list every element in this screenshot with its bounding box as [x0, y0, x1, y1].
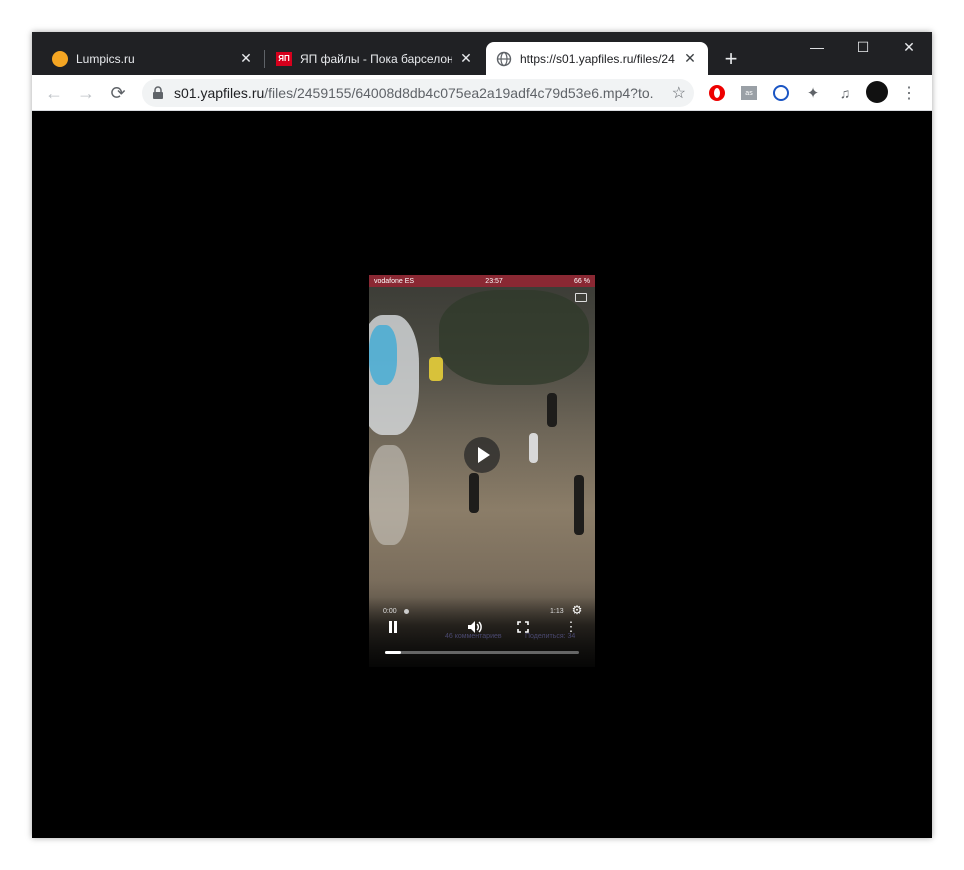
progress-fill	[385, 651, 401, 654]
settings-gear-icon[interactable]: ⚙	[569, 602, 585, 618]
video-player[interactable]: vodafone ES 23:57 66 % 0:00 1:13 ⚙ 46 ко…	[369, 275, 595, 667]
video-frame-person-yellow	[429, 357, 443, 381]
url-text: s01.yapfiles.ru/files/2459155/64008d8db4…	[174, 85, 654, 101]
address-bar[interactable]: s01.yapfiles.ru/files/2459155/64008d8db4…	[142, 79, 694, 107]
video-frame-trees	[439, 290, 589, 385]
new-tab-button[interactable]: +	[718, 46, 744, 72]
tab-active-video[interactable]: https://s01.yapfiles.ru/files/24 ✕	[486, 42, 708, 75]
minimize-button[interactable]: —	[794, 32, 840, 62]
video-frame-person	[529, 433, 538, 463]
close-icon[interactable]: ✕	[682, 50, 698, 67]
tab-divider	[264, 50, 265, 68]
vpn-globe-extension-icon[interactable]	[772, 84, 790, 102]
play-button[interactable]	[464, 437, 500, 473]
video-frame-person	[574, 475, 584, 535]
media-control-icon[interactable]: ♫	[836, 84, 854, 102]
video-frame-sign	[369, 325, 397, 385]
reload-button[interactable]: ⟳	[104, 79, 132, 107]
video-frame-wall	[369, 445, 409, 545]
pause-icon	[389, 621, 397, 633]
video-frame-person	[469, 473, 479, 513]
current-time: 0:00	[383, 608, 397, 615]
play-icon	[477, 447, 490, 463]
video-frame-person	[547, 393, 557, 427]
orange-circle-icon	[52, 50, 68, 67]
globe-icon	[496, 51, 512, 66]
browser-window: Lumpics.ru ✕ ЯП ЯП файлы - Пока барселон…	[32, 32, 932, 838]
close-icon[interactable]: ✕	[238, 50, 254, 67]
window-close-button[interactable]: ✕	[886, 32, 932, 62]
progress-bar[interactable]	[385, 651, 579, 654]
url-path: /files/2459155/64008d8db4c075ea2a19adf4c…	[264, 85, 654, 101]
browser-toolbar: ← → ⟳ s01.yapfiles.ru/files/2459155/6400…	[32, 75, 932, 111]
tab-strip: Lumpics.ru ✕ ЯП ЯП файлы - Пока барселон…	[32, 32, 932, 75]
more-options-button[interactable]: ⋮	[563, 619, 579, 635]
cast-icon[interactable]	[575, 293, 587, 302]
status-battery: 66 %	[574, 277, 590, 285]
volume-button[interactable]	[467, 619, 483, 635]
tab-yapfiles[interactable]: ЯП ЯП файлы - Пока барселонц ✕	[266, 42, 484, 75]
opera-extension-icon[interactable]	[708, 84, 726, 102]
url-host: s01.yapfiles.ru	[174, 85, 265, 101]
tab-label: Lumpics.ru	[76, 51, 135, 66]
back-button[interactable]: ←	[40, 79, 68, 107]
volume-icon	[468, 621, 482, 633]
tab-lumpics[interactable]: Lumpics.ru ✕	[42, 42, 264, 75]
profile-avatar[interactable]	[866, 81, 888, 103]
extensions-puzzle-icon[interactable]: ✦	[804, 84, 822, 102]
fullscreen-icon	[517, 621, 529, 633]
fullscreen-button[interactable]	[515, 619, 531, 635]
forward-button[interactable]: →	[72, 79, 100, 107]
yap-logo-icon: ЯП	[276, 51, 292, 66]
pause-button[interactable]	[385, 619, 401, 635]
seek-handle[interactable]	[404, 609, 409, 614]
page-content: vodafone ES 23:57 66 % 0:00 1:13 ⚙ 46 ко…	[32, 112, 932, 838]
bookmark-star-icon[interactable]: ☆	[672, 83, 686, 103]
tab-label: https://s01.yapfiles.ru/files/24	[520, 51, 675, 66]
menu-kebab-icon[interactable]: ⋮	[900, 84, 918, 102]
duration: 1:13	[550, 608, 564, 615]
status-time: 23:57	[485, 277, 503, 285]
maximize-button[interactable]: ☐	[840, 32, 886, 62]
tab-label: ЯП файлы - Пока барселонц	[300, 51, 452, 66]
close-icon[interactable]: ✕	[458, 50, 474, 67]
phone-status-bar: vodafone ES 23:57 66 %	[369, 275, 595, 287]
status-carrier: vodafone ES	[374, 277, 415, 285]
lock-icon	[153, 86, 163, 99]
lastpass-extension-icon[interactable]: as	[740, 84, 758, 102]
